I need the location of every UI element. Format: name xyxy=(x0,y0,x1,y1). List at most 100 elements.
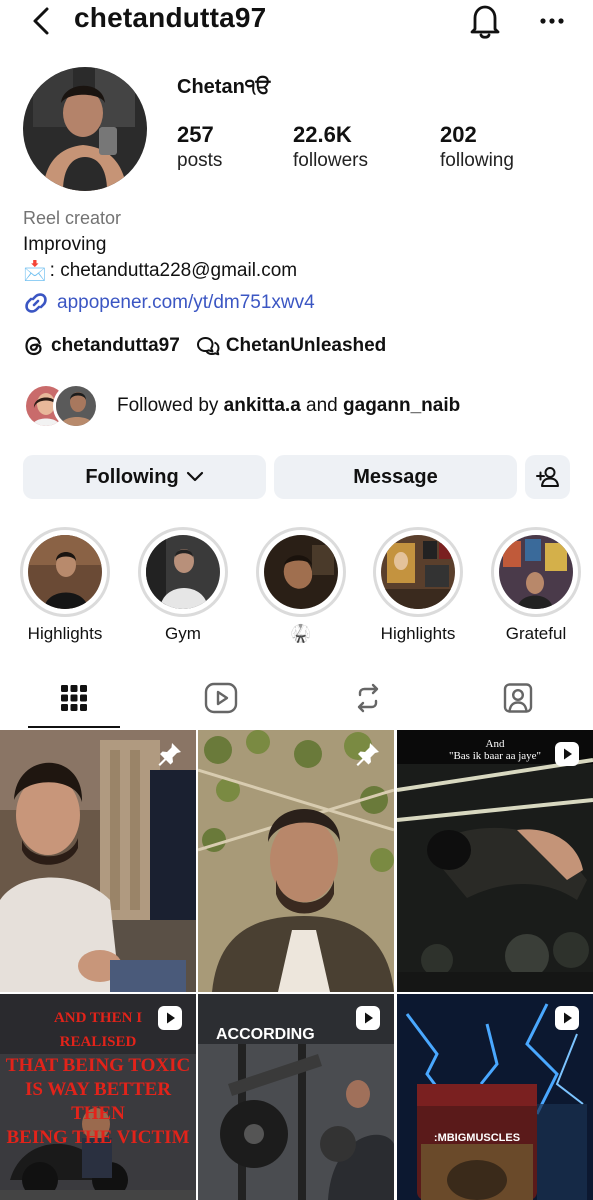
add-user-button[interactable] xyxy=(525,455,570,499)
following-stat[interactable]: 202 following xyxy=(440,122,514,173)
followed-by-prefix: Followed by xyxy=(117,395,224,416)
reels-icon xyxy=(204,682,238,714)
highlight-label: Highlights xyxy=(380,624,456,643)
followers-label: followers xyxy=(293,150,368,171)
grid-post[interactable]: And "Bas ik baar aa jaye" xyxy=(397,730,593,992)
post-caption-overlay: :MBIGMUSCLES xyxy=(433,1132,521,1144)
pin-icon xyxy=(356,743,379,766)
following-button-label: Following xyxy=(85,465,179,488)
bio-text: Improving xyxy=(23,234,107,255)
threads-handle: chetandutta97 xyxy=(51,335,180,356)
highlight-label: Gym xyxy=(165,624,201,643)
reel-icon xyxy=(356,1006,380,1030)
bell-icon xyxy=(470,5,500,39)
post-caption-overlay: ACCORDING xyxy=(216,1026,315,1043)
notifications-button[interactable] xyxy=(467,2,503,40)
profile-category: Reel creator xyxy=(23,208,122,228)
reel-icon xyxy=(158,1006,182,1030)
highlight-label: Grateful xyxy=(505,624,567,643)
tab-posts-grid[interactable] xyxy=(28,668,120,728)
post-caption-line: REALISED xyxy=(59,1034,137,1050)
grid-post[interactable]: :MBIGMUSCLES xyxy=(397,994,593,1200)
message-button-label: Message xyxy=(353,465,438,488)
highlight-item[interactable]: Gym xyxy=(137,527,229,644)
highlight-label: 🥋 xyxy=(290,624,312,643)
posts-label: posts xyxy=(177,150,223,171)
following-label: following xyxy=(440,150,514,171)
back-button[interactable] xyxy=(26,4,56,38)
reel-icon xyxy=(555,742,579,766)
bio-link[interactable]: appopener.com/yt/dm751xwv4 xyxy=(23,290,315,316)
mutual-user-1[interactable]: ankitta.a xyxy=(224,395,301,416)
following-button[interactable]: Following xyxy=(23,455,266,499)
highlight-cover xyxy=(28,535,102,609)
profile-tabs xyxy=(0,668,593,730)
highlight-cover xyxy=(146,535,220,609)
highlight-ring xyxy=(20,527,110,617)
grid-icon xyxy=(61,685,87,711)
channel-icon xyxy=(196,337,220,356)
followers-stat[interactable]: 22.6K followers xyxy=(293,122,368,173)
highlight-cover xyxy=(499,535,573,609)
highlight-item[interactable]: Highlights xyxy=(19,527,111,644)
grid-post[interactable]: AND THEN I REALISED THAT BEING TOXIC IS … xyxy=(0,994,196,1200)
chevron-down-icon xyxy=(186,471,203,482)
post-thumbnail xyxy=(0,730,196,992)
profile-avatar[interactable] xyxy=(23,67,147,191)
bio-email: 📩 : chetandutta228@gmail.com xyxy=(23,259,297,283)
tagged-icon xyxy=(503,683,533,713)
followed-by-joiner: and xyxy=(300,395,344,416)
posts-count: 257 xyxy=(177,122,214,147)
person-add-icon xyxy=(535,467,559,487)
grid-post[interactable] xyxy=(198,730,394,992)
more-options-button[interactable] xyxy=(534,6,570,36)
profile-photo xyxy=(23,67,147,191)
reel-icon xyxy=(555,1006,579,1030)
envelope-emoji: 📩 xyxy=(23,261,47,282)
posts-grid: And "Bas ik baar aa jaye" AND THEN I REA… xyxy=(0,730,593,1200)
highlight-item[interactable]: Highlights xyxy=(372,527,464,644)
highlight-ring xyxy=(373,527,463,617)
followed-by-text: Followed by ankitta.a and gagann_naib xyxy=(117,395,460,417)
post-caption-line: IS WAY BETTER xyxy=(24,1079,172,1100)
social-links-row: chetandutta97 ChetanUnleashed xyxy=(23,335,386,357)
threads-link[interactable]: chetandutta97 xyxy=(23,335,180,357)
highlight-label: Highlights xyxy=(27,624,103,643)
followed-by-row[interactable]: Followed by ankitta.a and gagann_naib xyxy=(23,382,460,430)
top-bar: chetandutta97 xyxy=(0,0,593,44)
grid-post[interactable] xyxy=(0,730,196,992)
email-text: : chetandutta228@gmail.com xyxy=(49,260,298,281)
link-icon xyxy=(25,293,47,313)
post-caption-line: THAT BEING TOXIC xyxy=(5,1055,191,1076)
active-tab-indicator xyxy=(28,726,120,728)
display-name: Chetan੧ੳ xyxy=(177,76,271,98)
highlight-item[interactable]: 🥋 xyxy=(255,527,347,644)
post-thumbnail xyxy=(198,730,394,992)
profile-username[interactable]: chetandutta97 xyxy=(74,2,266,34)
chevron-left-icon xyxy=(33,7,49,35)
more-horizontal-icon xyxy=(540,18,564,24)
highlight-ring xyxy=(256,527,346,617)
tab-reels[interactable] xyxy=(175,668,267,728)
followers-count: 22.6K xyxy=(293,122,352,147)
pin-icon xyxy=(158,743,181,766)
message-button[interactable]: Message xyxy=(274,455,517,499)
post-caption-line: THEN xyxy=(71,1103,125,1124)
link-text: appopener.com/yt/dm751xwv4 xyxy=(57,292,315,313)
highlight-ring xyxy=(491,527,581,617)
mutual-user-2[interactable]: gagann_naib xyxy=(343,395,460,416)
posts-stat[interactable]: 257 posts xyxy=(177,122,222,173)
post-caption-line: BEING THE VICTIM xyxy=(6,1127,190,1148)
channel-name: ChetanUnleashed xyxy=(225,335,387,356)
tab-reposts[interactable] xyxy=(322,668,414,728)
highlight-item[interactable]: Grateful xyxy=(490,527,582,644)
tab-tagged[interactable] xyxy=(472,668,564,728)
mutual-avatar-2 xyxy=(53,383,99,429)
highlight-cover xyxy=(381,535,455,609)
post-thumbnail xyxy=(397,730,593,992)
channel-link[interactable]: ChetanUnleashed xyxy=(196,335,386,357)
threads-icon xyxy=(25,336,42,356)
grid-post[interactable]: ACCORDING xyxy=(198,994,394,1200)
following-count: 202 xyxy=(440,122,477,147)
highlight-ring xyxy=(138,527,228,617)
